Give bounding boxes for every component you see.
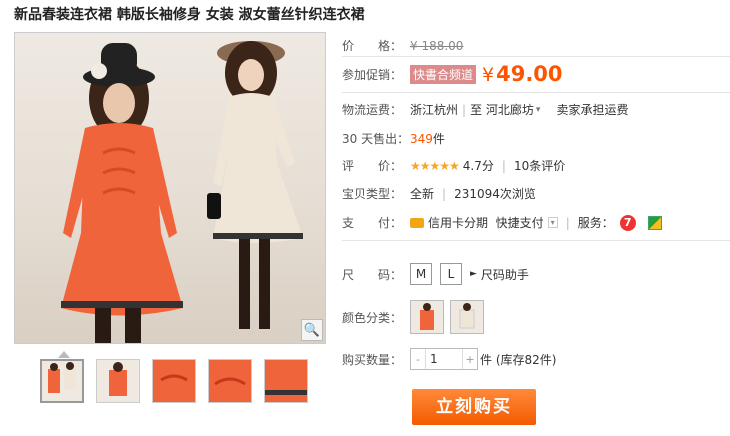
thumbnail-strip <box>40 359 308 403</box>
size-helper-link[interactable]: 尺码助手 <box>481 266 529 283</box>
shipping-label: 物流运费： <box>342 103 403 117</box>
rating-score: 4.7分 <box>462 159 494 173</box>
payment-label: 支 付： <box>342 216 403 230</box>
seven-day-return-icon[interactable]: 7 <box>619 214 636 231</box>
current-price-value: 49.00 <box>496 62 563 86</box>
thumbnail-3-image <box>153 360 195 402</box>
review-count-link[interactable]: 10条评价 <box>514 157 565 174</box>
guarantee-icon[interactable] <box>647 215 662 230</box>
divider <box>342 240 730 241</box>
dresses-photo <box>61 41 303 343</box>
price-label: 价 格： <box>342 39 403 53</box>
quick-pay[interactable]: 快捷支付 <box>496 214 544 231</box>
thumbnail-1-image <box>48 362 76 393</box>
sales-label: 30 天售出： <box>342 132 410 146</box>
quantity-stepper: - 1 + <box>410 348 478 370</box>
zoom-icon[interactable]: 🔍 <box>301 319 323 341</box>
price-row: 价 格： ¥ 188.00 <box>342 37 463 54</box>
separator: | <box>462 102 467 117</box>
quantity-decrease-button[interactable]: - <box>411 353 425 366</box>
separator: | <box>565 215 570 230</box>
thumbnail-2[interactable] <box>96 359 140 403</box>
chevron-right-icon: ► <box>470 269 477 279</box>
promo-tag[interactable]: 快書合频道 <box>410 64 477 84</box>
shipping-from: 浙江杭州 <box>410 103 459 117</box>
view-count: 231094次浏览 <box>454 187 536 201</box>
divider <box>342 92 730 93</box>
quantity-label: 购买数量： <box>342 352 403 367</box>
credit-card-icon <box>410 217 424 228</box>
thumbnail-5-image <box>265 360 307 402</box>
thumbnail-3[interactable] <box>152 359 196 403</box>
color-row: 颜色分类： <box>342 300 490 334</box>
chevron-down-icon[interactable]: ▾ <box>536 105 541 115</box>
currency-symbol: ¥ <box>482 64 495 86</box>
color-label: 颜色分类： <box>342 310 403 325</box>
item-type-row: 宝贝类型： 全新 | 231094次浏览 <box>342 185 536 202</box>
rating-label: 评 价： <box>342 159 403 173</box>
size-option-l[interactable]: L <box>440 263 462 285</box>
promo-label: 参加促销： <box>342 67 403 82</box>
star-rating-icon: ★★★★★ <box>410 158 460 173</box>
quantity-increase-button[interactable]: + <box>463 353 477 366</box>
current-price: ¥49.00 <box>482 62 563 86</box>
thumbnail-4[interactable] <box>208 359 252 403</box>
divider <box>342 56 730 57</box>
sales-count: 349 <box>410 131 433 146</box>
size-option-m[interactable]: M <box>410 263 432 285</box>
original-price: ¥ 188.00 <box>410 38 464 53</box>
promo-row: 参加促销： 快書合频道 ¥49.00 <box>342 62 563 86</box>
thumbnail-1[interactable] <box>40 359 84 403</box>
sales-row: 30 天售出： 349 件 <box>342 130 445 147</box>
orange-dress-swatch <box>420 303 434 330</box>
service-label: 服务： <box>577 216 614 230</box>
buy-now-button[interactable]: 立刻购买 <box>412 389 536 425</box>
main-product-image[interactable]: 🔍 <box>14 32 326 344</box>
separator: | <box>501 158 506 173</box>
rating-row: 评 价： ★★★★★ 4.7分 | 10条评价 <box>342 157 565 174</box>
shipping-destination[interactable]: 河北廊坊 <box>486 101 534 118</box>
shipping-row: 物流运费： 浙江杭州 | 至 河北廊坊 ▾ 卖家承担运费 <box>342 101 628 118</box>
thumbnail-5[interactable] <box>264 359 308 403</box>
cream-dress-swatch <box>459 303 475 329</box>
shipping-fee: 卖家承担运费 <box>556 103 629 117</box>
stock-info: 件 (库存82件) <box>480 352 557 367</box>
color-option-cream[interactable] <box>450 300 484 334</box>
credit-installment[interactable]: 信用卡分期 <box>428 214 488 231</box>
separator: | <box>442 186 447 201</box>
color-option-orange[interactable] <box>410 300 444 334</box>
item-type-label: 宝贝类型： <box>342 187 403 201</box>
product-title: 新品春装连衣裙 韩版长袖修身 女装 淑女蕾丝针织连衣裙 <box>14 7 365 23</box>
thumbnail-4-image <box>209 360 251 402</box>
size-row: 尺 码： M L ► 尺码助手 <box>342 263 529 285</box>
shipping-to-prefix: 至 <box>470 103 483 117</box>
item-condition: 全新 <box>410 187 435 201</box>
payment-row: 支 付： 信用卡分期 快捷支付 ▾ | 服务： 7 <box>342 214 662 231</box>
sales-unit: 件 <box>432 132 445 146</box>
thumbnail-2-image <box>109 362 127 396</box>
thumbnail-pointer <box>58 351 70 358</box>
chevron-down-icon[interactable]: ▾ <box>547 217 558 228</box>
size-label: 尺 码： <box>342 267 403 282</box>
quantity-input[interactable]: 1 <box>425 349 463 369</box>
quantity-row: 购买数量： - 1 + 件 (库存82件) <box>342 348 556 370</box>
